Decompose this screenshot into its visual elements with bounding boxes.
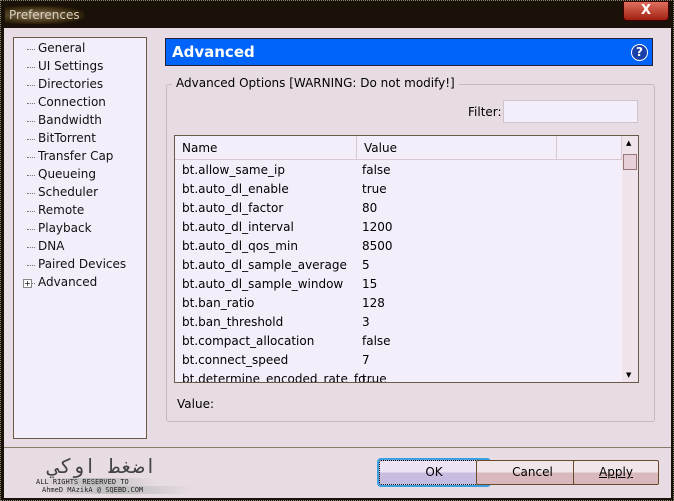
table-row[interactable]: bt.ban_threshold 3 (175, 313, 622, 332)
table-row[interactable]: bt.connect_speed 7 (175, 351, 622, 370)
table-row[interactable]: bt.auto_dl_interval 1200 (175, 218, 622, 237)
sidebar-item-ui-settings[interactable]: UI Settings (26, 59, 103, 73)
sidebar-item-bandwidth[interactable]: Bandwidth (27, 113, 102, 127)
sidebar-item-advanced[interactable]: Advanced (26, 275, 97, 289)
table-row[interactable]: bt.auto_dl_factor 80 (175, 199, 622, 218)
option-name: bt.auto_dl_enable (182, 182, 289, 196)
watermark-logo: اضغط اوكي ALL RIGHTS RESERVED TO AhmeD M… (12, 454, 192, 496)
table-row[interactable]: bt.auto_dl_enable true (175, 180, 622, 199)
expand-icon[interactable]: + (23, 279, 32, 288)
scroll-thumb[interactable] (623, 154, 637, 170)
sidebar-item-general[interactable]: General (26, 41, 85, 55)
watermark-line2: AhmeD MAzikA @ SQEBD.COM (42, 486, 192, 494)
option-value: false (362, 334, 391, 348)
group-label: Advanced Options [WARNING: Do not modify… (172, 76, 459, 90)
filter-label: Filter: (468, 105, 502, 119)
option-name: bt.auto_dl_sample_window (182, 277, 344, 291)
option-value: 8500 (362, 239, 393, 253)
table-row[interactable]: bt.allow_same_ip false (175, 161, 622, 180)
option-value: true (362, 372, 387, 383)
section-header: Advanced? (165, 38, 653, 66)
vertical-scrollbar[interactable]: ▲ ▼ (622, 136, 638, 382)
table-row[interactable]: bt.auto_dl_qos_min 8500 (175, 237, 622, 256)
sidebar-item-playback[interactable]: Playback (27, 221, 92, 235)
table-rows: bt.allow_same_ip false bt.auto_dl_enable tr… (175, 161, 622, 383)
help-icon[interactable]: ? (631, 44, 648, 61)
scroll-up-icon[interactable]: ▲ (626, 139, 631, 147)
category-tree[interactable]: General UI Settings Directories Connection B… (13, 37, 147, 439)
column-header-empty (557, 136, 622, 160)
option-value: 3 (362, 315, 370, 329)
option-value: 5 (362, 258, 370, 272)
option-name: bt.compact_allocation (182, 334, 315, 348)
option-value: 15 (362, 277, 378, 291)
table-row[interactable]: bt.determine_encoded_rate_fo... true (175, 370, 622, 383)
option-name: bt.auto_dl_qos_min (182, 239, 298, 253)
table-row[interactable]: bt.auto_dl_sample_average 5 (175, 256, 622, 275)
watermark-arabic: اضغط اوكي (48, 454, 157, 478)
option-name: bt.ban_threshold (182, 315, 284, 329)
column-header-name[interactable]: Name (175, 136, 357, 160)
divider (4, 447, 671, 448)
filter-input[interactable] (503, 100, 638, 123)
preferences-window: Preferences X General UI Settings Director… (0, 0, 674, 501)
sidebar-item-connection[interactable]: Connection (27, 95, 106, 109)
section-title: Advanced (172, 43, 255, 61)
sidebar-item-remote[interactable]: Remote (26, 203, 84, 217)
window-title: Preferences (5, 6, 84, 24)
sidebar-item-scheduler[interactable]: Scheduler (26, 185, 98, 199)
sidebar-item-bittorrent[interactable]: BitTorrent (27, 131, 96, 145)
option-value: 1200 (362, 220, 393, 234)
option-value: 80 (362, 201, 378, 215)
scroll-down-icon[interactable]: ▼ (626, 371, 631, 379)
option-name: bt.connect_speed (182, 353, 289, 367)
ok-button[interactable]: OK (377, 458, 491, 487)
option-name: bt.auto_dl_factor (182, 201, 284, 215)
option-name: bt.auto_dl_sample_average (182, 258, 347, 272)
table-row[interactable]: bt.auto_dl_sample_window 15 (175, 275, 622, 294)
sidebar-item-transfer-cap[interactable]: Transfer Cap (26, 149, 113, 163)
close-button[interactable]: X (623, 1, 669, 21)
sidebar-item-dna[interactable]: DNA (26, 239, 64, 253)
options-table: Name Value bt.allow_same_ip false bt.auto_… (174, 135, 639, 383)
option-name: bt.allow_same_ip (182, 163, 285, 177)
value-label: Value: (177, 397, 214, 411)
watermark-line1: ALL RIGHTS RESERVED TO (36, 478, 156, 486)
dialog-body: General UI Settings Directories Connection B… (4, 28, 671, 498)
sidebar-item-paired-devices[interactable]: Paired Devices (26, 257, 126, 271)
table-row[interactable]: bt.compact_allocation false (175, 332, 622, 351)
option-value: 128 (362, 296, 385, 310)
apply-button[interactable]: Apply (573, 460, 659, 485)
option-name: bt.auto_dl_interval (182, 220, 294, 234)
option-value: true (362, 182, 387, 196)
table-row[interactable]: bt.ban_ratio 128 (175, 294, 622, 313)
column-header-value[interactable]: Value (357, 136, 557, 160)
sidebar-item-directories[interactable]: Directories (26, 77, 103, 91)
option-name: bt.determine_encoded_rate_fo... (182, 372, 377, 383)
sidebar-item-queueing[interactable]: Queueing (27, 167, 96, 181)
option-value: 7 (362, 353, 370, 367)
option-value: false (362, 163, 391, 177)
option-name: bt.ban_ratio (182, 296, 255, 310)
